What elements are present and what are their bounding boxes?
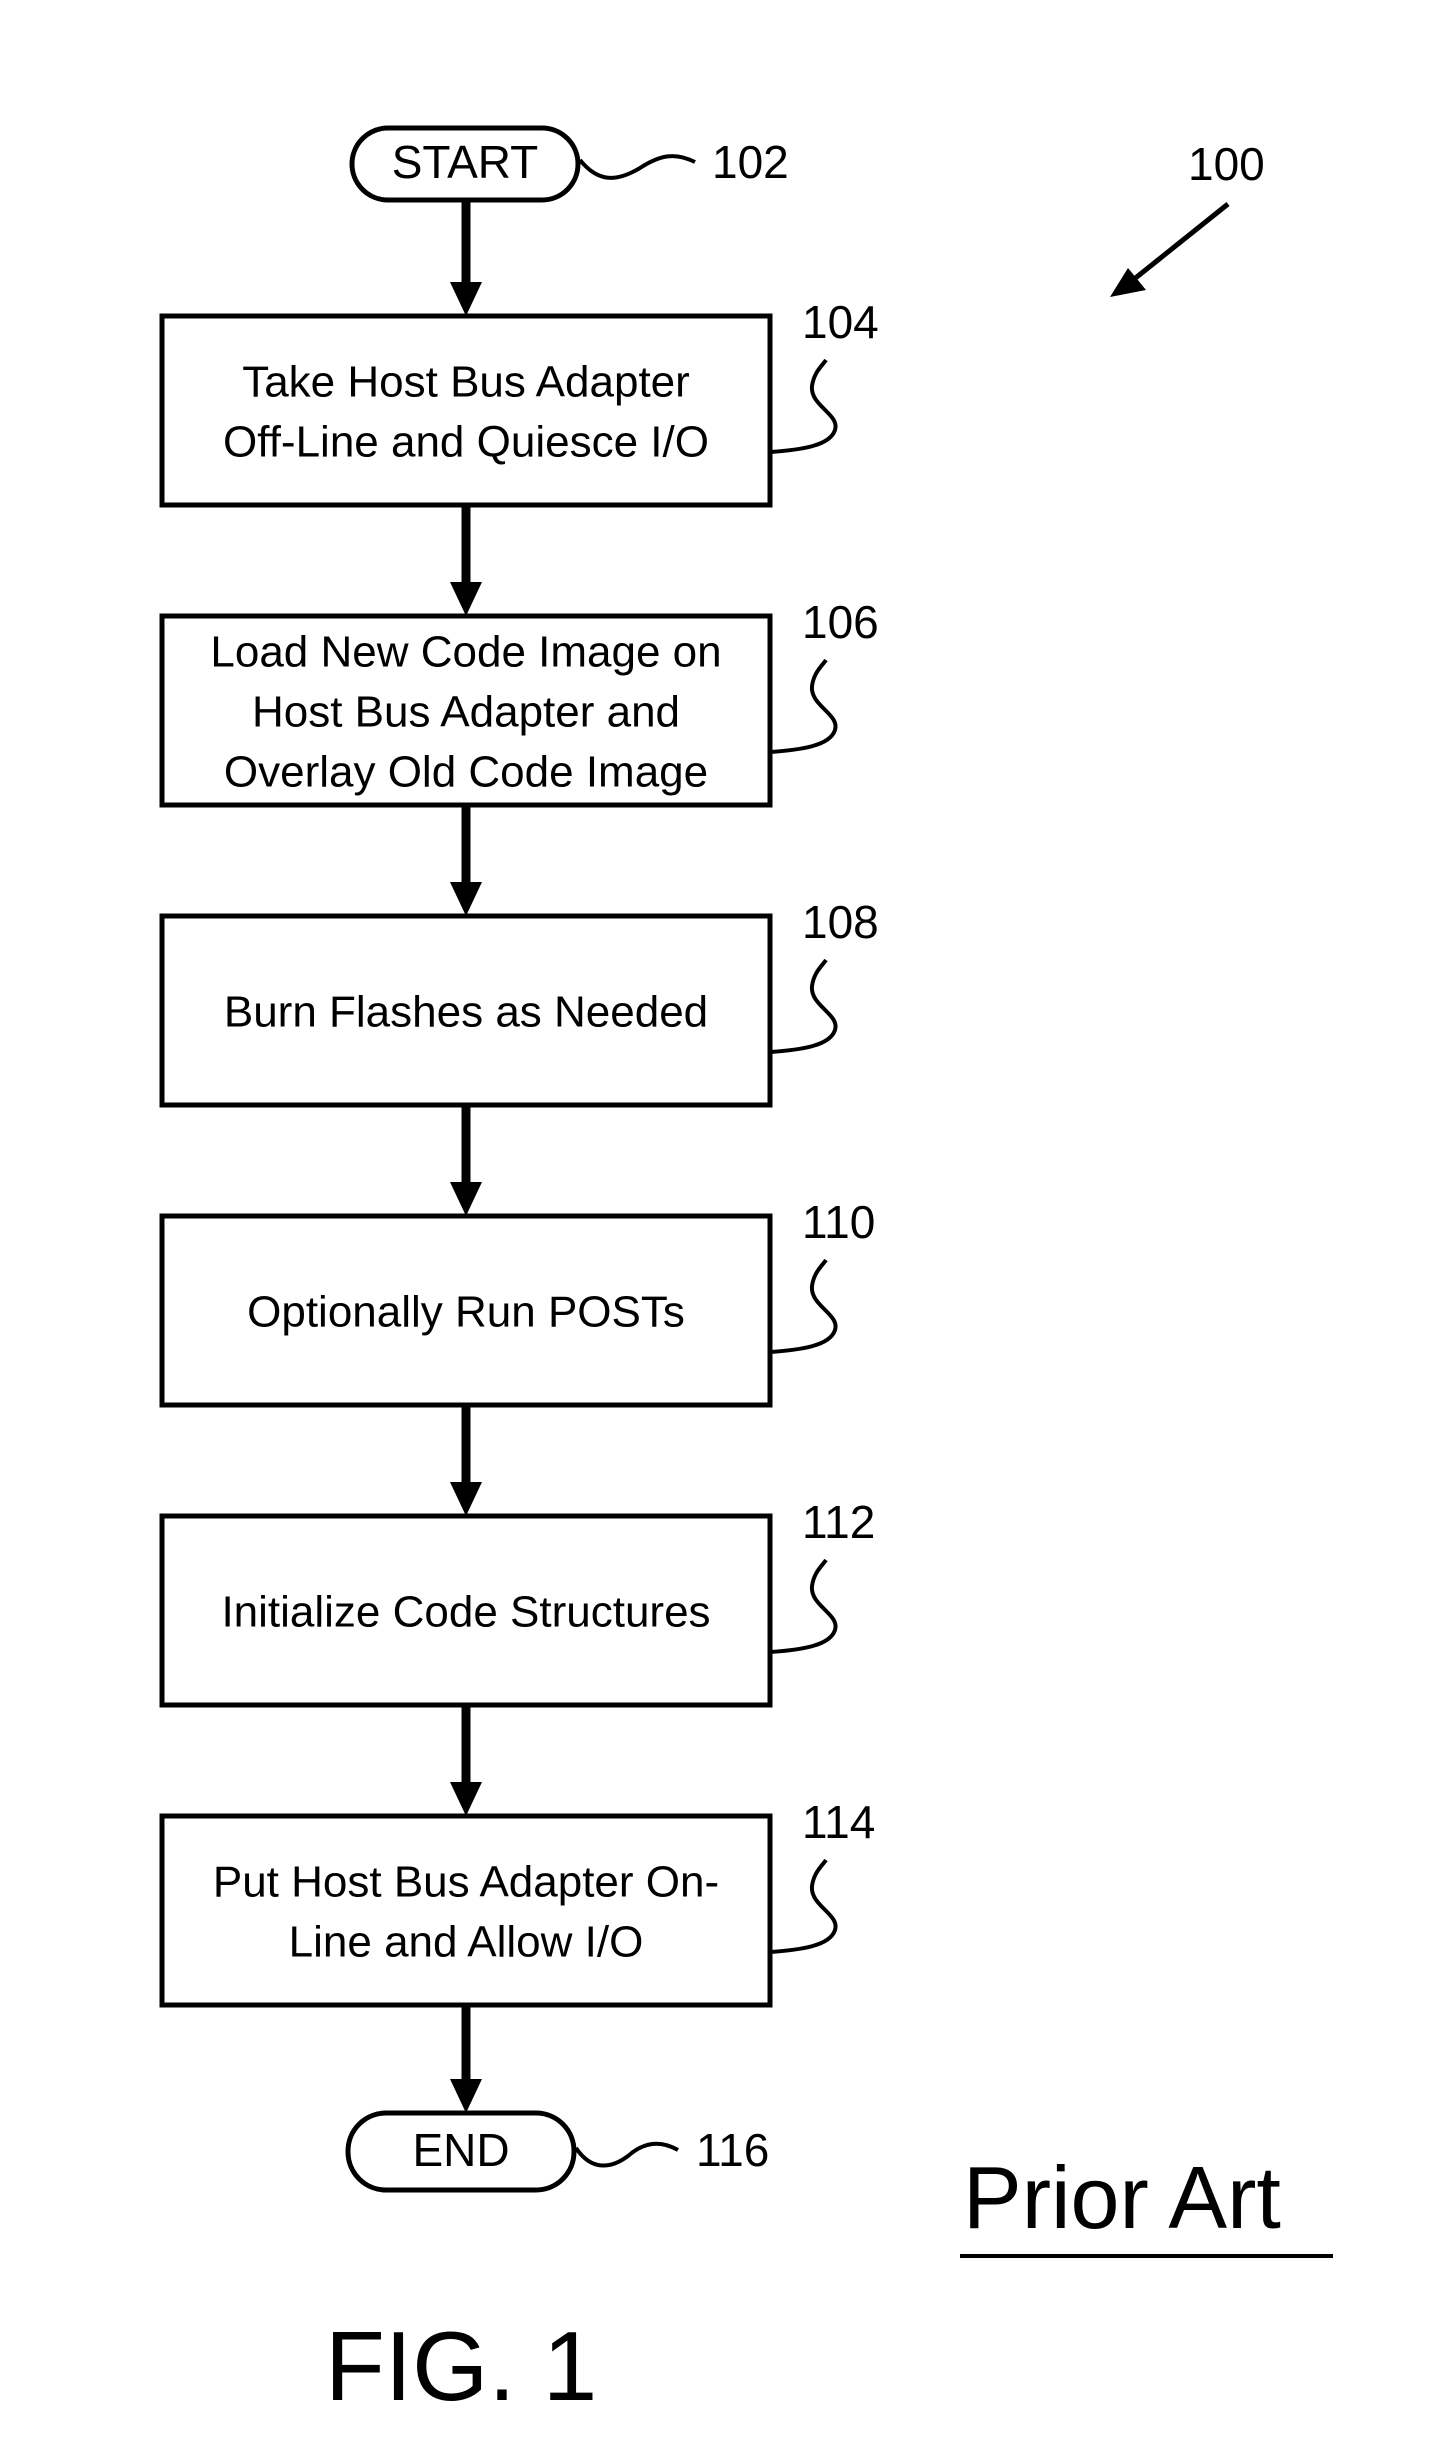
- figure-reference: 100: [1110, 138, 1265, 297]
- process-step-110: Optionally Run POSTs 110: [159, 1196, 875, 1408]
- arrow-step-110-to-112: [450, 1405, 482, 1516]
- process-step-112: Initialize Code Structures 112: [159, 1496, 875, 1708]
- arrow-step-112-to-114: [450, 1705, 482, 1816]
- start-leader-line: [578, 154, 696, 180]
- arrow-start-to-step-1: [450, 200, 482, 316]
- flowchart-diagram: START 102 100 Take Host Bus Adapter Off-L…: [159, 125, 1333, 2421]
- process-steps: Take Host Bus Adapter Off-Line and Quiesc…: [159, 200, 879, 2113]
- end-leader-line: [574, 2141, 679, 2168]
- figure-ref-number: 100: [1188, 138, 1265, 190]
- step-ref-number: 110: [802, 1196, 875, 1248]
- arrowhead-down-icon: [450, 1782, 482, 1816]
- step-ref-number: 112: [802, 1496, 875, 1548]
- step-leader-squiggle: [769, 658, 838, 754]
- arrowhead-down-icon: [450, 582, 482, 616]
- arrow-step-106-to-108: [450, 805, 482, 916]
- step-text-line: Overlay Old Code Image: [224, 747, 708, 796]
- step-text-line: Host Bus Adapter and: [252, 687, 680, 736]
- process-step-104: Take Host Bus Adapter Off-Line and Quiesc…: [159, 296, 879, 508]
- step-ref-number: 114: [802, 1796, 875, 1848]
- step-text-line: Optionally Run POSTs: [247, 1287, 685, 1336]
- step-ref-number: 104: [802, 296, 879, 348]
- step-leader-squiggle: [769, 1258, 838, 1354]
- prior-art-label: Prior Art: [963, 2148, 1281, 2247]
- arrow-step-108-to-110: [450, 1105, 482, 1216]
- arrowhead-down-icon: [450, 2079, 482, 2113]
- start-ref-number: 102: [712, 136, 789, 188]
- step-text-line: Load New Code Image on: [210, 627, 721, 676]
- step-leader-squiggle: [769, 358, 838, 454]
- step-leader-squiggle: [769, 958, 838, 1054]
- step-text-line: Off-Line and Quiesce I/O: [223, 417, 709, 466]
- end-terminal: END 116: [345, 2110, 769, 2193]
- step-box: [159, 1813, 773, 2008]
- arrow-step-114-to-end: [450, 2005, 482, 2113]
- step-text-line: Put Host Bus Adapter On-: [213, 1857, 719, 1906]
- start-terminal: START 102: [349, 125, 789, 203]
- process-step-106: Load New Code Image on Host Bus Adapter a…: [159, 596, 879, 808]
- process-step-114: Put Host Bus Adapter On- Line and Allow I…: [159, 1796, 875, 2008]
- step-text-line: Burn Flashes as Needed: [224, 987, 708, 1036]
- end-label: END: [412, 2124, 509, 2176]
- figure-caption: FIG. 1: [325, 2311, 597, 2421]
- step-text-line: Line and Allow I/O: [289, 1917, 644, 1966]
- step-ref-number: 106: [802, 596, 879, 648]
- arrowhead-down-icon: [450, 282, 482, 316]
- arrow-step-104-to-106: [450, 505, 482, 616]
- start-label: START: [392, 136, 539, 188]
- step-ref-number: 108: [802, 896, 879, 948]
- step-leader-squiggle: [769, 1858, 838, 1954]
- figure-ref-arrow-line: [1126, 202, 1230, 286]
- step-box: [159, 313, 773, 508]
- step-leader-squiggle: [769, 1558, 838, 1654]
- arrowhead-down-icon: [450, 882, 482, 916]
- prior-art-annotation: Prior Art: [960, 2148, 1333, 2258]
- arrowhead-down-icon: [450, 1182, 482, 1216]
- arrowhead-down-icon: [450, 1482, 482, 1516]
- end-ref-number: 116: [696, 2124, 769, 2176]
- step-text-line: Initialize Code Structures: [221, 1587, 710, 1636]
- process-step-108: Burn Flashes as Needed 108: [159, 896, 879, 1108]
- step-text-line: Take Host Bus Adapter: [242, 357, 690, 406]
